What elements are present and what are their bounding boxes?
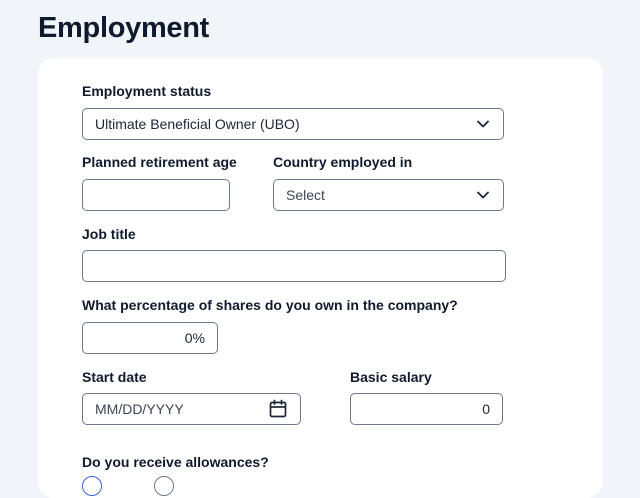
calendar-icon[interactable] <box>268 399 288 419</box>
employment-status-select[interactable]: Ultimate Beneficial Owner (UBO) <box>82 108 504 140</box>
employment-status-label: Employment status <box>82 83 212 99</box>
job-title-input[interactable] <box>82 250 506 282</box>
employment-status-value: Ultimate Beneficial Owner (UBO) <box>95 116 300 132</box>
page-title: Employment <box>38 12 210 44</box>
country-employed-label: Country employed in <box>273 154 413 170</box>
allowances-yes-radio[interactable] <box>82 476 102 496</box>
chevron-down-icon <box>475 187 491 203</box>
start-date-placeholder: MM/DD/YYYY <box>95 401 184 417</box>
retirement-age-label: Planned retirement age <box>82 154 237 170</box>
start-date-label: Start date <box>82 369 147 385</box>
allowances-label: Do you receive allowances? <box>82 454 269 470</box>
job-title-label: Job title <box>82 226 136 242</box>
retirement-age-input[interactable] <box>82 179 230 211</box>
allowances-no-radio[interactable] <box>154 476 174 496</box>
basic-salary-input[interactable]: 0 <box>350 393 503 425</box>
shares-value: 0% <box>184 330 205 346</box>
country-employed-select[interactable]: Select <box>273 179 504 211</box>
country-employed-value: Select <box>286 187 325 203</box>
start-date-input[interactable]: MM/DD/YYYY <box>82 393 301 425</box>
basic-salary-value: 0 <box>482 401 490 417</box>
chevron-down-icon <box>475 116 491 132</box>
basic-salary-label: Basic salary <box>350 369 432 385</box>
employment-form-card: Employment status Ultimate Beneficial Ow… <box>38 58 603 498</box>
shares-label: What percentage of shares do you own in … <box>82 297 458 313</box>
shares-input[interactable]: 0% <box>82 322 218 354</box>
